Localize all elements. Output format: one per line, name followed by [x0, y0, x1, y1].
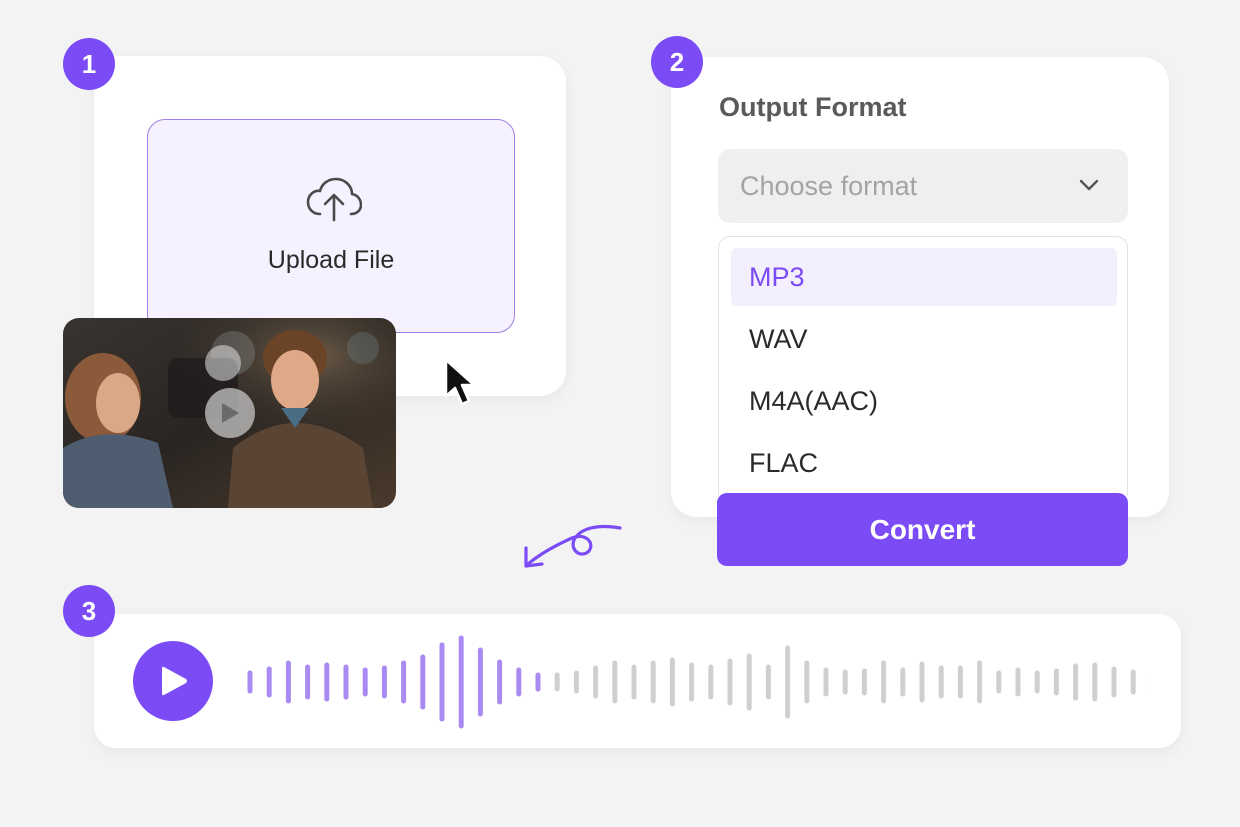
cloud-upload-icon — [306, 177, 362, 222]
upload-label: Upload File — [267, 246, 395, 274]
step-badge-3: 3 — [63, 585, 115, 637]
step-badge-2: 2 — [651, 36, 703, 88]
video-play-button[interactable] — [205, 388, 255, 438]
video-thumbnail[interactable] — [63, 318, 396, 508]
format-select[interactable]: Choose format — [718, 149, 1128, 223]
format-option-mp3[interactable]: MP3 — [731, 248, 1117, 306]
output-format-title: Output Format — [719, 92, 907, 122]
audio-waveform[interactable] — [240, 630, 1150, 734]
format-option-wav[interactable]: WAV — [731, 310, 1117, 368]
format-select-placeholder: Choose format — [740, 171, 918, 201]
upload-dropzone[interactable]: Upload File — [147, 119, 515, 333]
play-icon — [162, 666, 187, 696]
format-dropdown-menu: MP3 WAV M4A(AAC) FLAC — [718, 236, 1128, 496]
step-badge-1: 1 — [63, 38, 115, 90]
convert-button[interactable]: Convert — [717, 493, 1128, 566]
chevron-down-icon — [1079, 179, 1099, 191]
format-option-flac[interactable]: FLAC — [731, 434, 1117, 492]
curly-arrow-icon — [524, 524, 622, 568]
mouse-cursor-icon — [444, 358, 476, 406]
format-option-m4a[interactable]: M4A(AAC) — [731, 372, 1117, 430]
play-icon — [222, 403, 239, 423]
audio-play-button[interactable] — [133, 641, 213, 721]
